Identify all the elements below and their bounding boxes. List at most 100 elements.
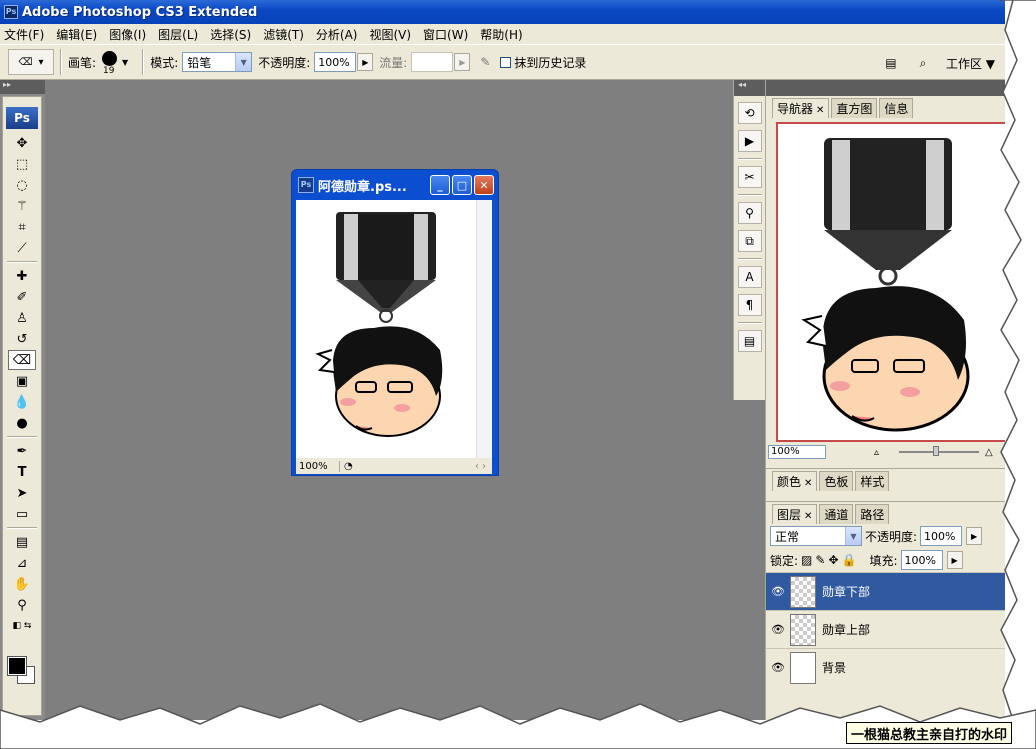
- minimize-button[interactable]: _: [430, 175, 450, 195]
- menu-help[interactable]: 帮助(H): [480, 26, 522, 43]
- flow-input[interactable]: [411, 52, 454, 72]
- document-window[interactable]: Ps 阿德勋章.ps... _ □ ✕ 100% ◔ ‹ ›: [291, 169, 499, 476]
- fill-slider-button[interactable]: ▶: [946, 551, 963, 569]
- status-menu-icon[interactable]: ◔: [344, 461, 353, 472]
- menu-window[interactable]: 窗口(W): [423, 26, 468, 43]
- clone-source-icon[interactable]: ⧉: [737, 230, 762, 252]
- menu-edit[interactable]: 编辑(E): [56, 26, 97, 43]
- tab-histogram[interactable]: 直方图: [831, 98, 878, 118]
- document-canvas[interactable]: [296, 200, 476, 458]
- brush-picker[interactable]: 19: [100, 49, 120, 76]
- tab-color[interactable]: 颜色 ✕: [772, 471, 818, 491]
- erase-history-checkbox[interactable]: [500, 56, 512, 68]
- vertical-scrollbar[interactable]: [476, 200, 492, 458]
- layer-row[interactable]: 👁 背景: [766, 648, 1005, 686]
- move-tool-icon[interactable]: ✥: [8, 133, 36, 153]
- brush-tool-icon[interactable]: ✐: [8, 287, 36, 307]
- visibility-eye-icon[interactable]: 👁: [766, 661, 790, 674]
- layer-comps-icon[interactable]: ▤: [737, 330, 762, 352]
- eyedropper-tool-icon[interactable]: ⊿: [8, 553, 36, 573]
- menu-select[interactable]: 选择(S): [210, 26, 251, 43]
- hand-tool-icon[interactable]: ✋: [8, 574, 36, 594]
- zoom-tool-icon[interactable]: ⚲: [8, 595, 36, 615]
- tab-styles[interactable]: 样式: [855, 471, 890, 491]
- healing-brush-tool-icon[interactable]: ✚: [8, 266, 36, 286]
- pen-tool-icon[interactable]: ✒: [8, 441, 36, 461]
- menu-file[interactable]: 文件(F): [4, 26, 44, 43]
- menu-analysis[interactable]: 分析(A): [316, 26, 358, 43]
- close-button[interactable]: ✕: [474, 175, 494, 195]
- marquee-tool-icon[interactable]: ⬚: [8, 154, 36, 174]
- tab-swatches[interactable]: 色板: [819, 471, 854, 491]
- layer-row[interactable]: 👁 勋章下部: [766, 572, 1005, 610]
- tool-preset-picker[interactable]: ⌫ ▾: [8, 49, 54, 75]
- opacity-slider-button[interactable]: ▶: [357, 53, 374, 71]
- actions-panel-icon[interactable]: ▶: [737, 130, 762, 152]
- zoom-level[interactable]: 100%: [296, 460, 340, 472]
- history-brush-tool-icon[interactable]: ↺: [8, 329, 36, 349]
- layer-opacity-input[interactable]: 100%: [920, 526, 963, 546]
- dodge-tool-icon[interactable]: ●: [8, 413, 36, 433]
- tab-layers[interactable]: 图层 ✕: [772, 504, 818, 524]
- lock-all-icon[interactable]: 🔒: [842, 553, 857, 567]
- menu-image[interactable]: 图像(I): [109, 26, 146, 43]
- navigator-zoom-input[interactable]: 100%: [768, 445, 826, 459]
- mode-select[interactable]: 铅笔 ▼: [182, 52, 253, 72]
- flow-slider-button[interactable]: ▶: [454, 53, 471, 71]
- crop-tool-icon[interactable]: ⌗: [8, 217, 36, 237]
- tab-channels[interactable]: 通道: [819, 504, 854, 524]
- blur-tool-icon[interactable]: 💧: [8, 392, 36, 412]
- menu-layer[interactable]: 图层(L): [158, 26, 198, 43]
- layer-opacity-slider-button[interactable]: ▶: [966, 527, 983, 545]
- path-selection-tool-icon[interactable]: ➤: [8, 483, 36, 503]
- bridge-icon[interactable]: ⌕: [914, 54, 932, 72]
- type-tool-icon[interactable]: T: [8, 462, 36, 482]
- lasso-tool-icon[interactable]: ◌: [8, 175, 36, 195]
- menu-filter[interactable]: 滤镜(T): [263, 26, 304, 43]
- foreground-color-swatch[interactable]: [7, 656, 27, 676]
- horizontal-scrollbar[interactable]: ‹ ›: [475, 461, 486, 472]
- eraser-tool-icon[interactable]: ⌫: [8, 350, 36, 370]
- opacity-input[interactable]: 100%: [314, 52, 357, 72]
- chevron-down-icon[interactable]: ▼: [122, 58, 128, 67]
- fill-label: 填充:: [869, 553, 898, 568]
- zoom-in-icon[interactable]: △: [985, 447, 993, 458]
- tab-info[interactable]: 信息: [879, 98, 914, 118]
- lock-pixels-icon[interactable]: ✎: [815, 553, 825, 567]
- palette-well-icon[interactable]: ▤: [882, 54, 900, 72]
- collapse-icon[interactable]: ▸▸: [0, 80, 45, 94]
- visibility-eye-icon[interactable]: 👁: [766, 585, 790, 598]
- paragraph-panel-icon[interactable]: ¶: [737, 294, 762, 316]
- airbrush-icon[interactable]: ✎: [476, 53, 494, 71]
- brushes-panel-icon[interactable]: ⚲: [737, 202, 762, 224]
- layer-row[interactable]: 👁 勋章上部: [766, 610, 1005, 648]
- collapse-icon[interactable]: ◂◂: [734, 80, 765, 96]
- photoshop-badge[interactable]: Ps: [6, 107, 38, 129]
- tab-navigator[interactable]: 导航器 ✕: [772, 98, 830, 118]
- slice-tool-icon[interactable]: ⟋: [8, 238, 36, 258]
- maximize-button[interactable]: □: [452, 175, 472, 195]
- workspace-menu[interactable]: 工作区 ▼: [946, 55, 995, 72]
- shape-tool-icon[interactable]: ▭: [8, 504, 36, 524]
- tab-paths[interactable]: 路径: [855, 504, 890, 524]
- lock-position-icon[interactable]: ✥: [828, 553, 838, 567]
- stamp-tool-icon[interactable]: ♙: [8, 308, 36, 328]
- lock-transparency-icon[interactable]: ▨: [801, 553, 812, 567]
- fill-input[interactable]: 100%: [900, 550, 943, 570]
- character-panel-icon[interactable]: A: [737, 266, 762, 288]
- visibility-eye-icon[interactable]: 👁: [766, 623, 790, 636]
- document-titlebar[interactable]: Ps 阿德勋章.ps... _ □ ✕: [292, 170, 498, 200]
- magic-wand-tool-icon[interactable]: ⚚: [8, 196, 36, 216]
- tool-presets-icon[interactable]: ✂: [737, 166, 762, 188]
- slider-handle[interactable]: [933, 446, 940, 456]
- swap-colors-icon[interactable]: ◧ ⇆: [8, 616, 36, 636]
- lock-row: 锁定: ▨ ✎ ✥ 🔒 填充: 100% ▶: [766, 548, 1005, 572]
- navigator-preview[interactable]: [776, 122, 1008, 442]
- gradient-tool-icon[interactable]: ▣: [8, 371, 36, 391]
- zoom-out-icon[interactable]: ▵: [874, 447, 879, 458]
- history-panel-icon[interactable]: ⟲: [737, 102, 762, 124]
- menu-view[interactable]: 视图(V): [369, 26, 411, 43]
- blend-mode-select[interactable]: 正常 ▼: [770, 526, 862, 546]
- notes-tool-icon[interactable]: ▤: [8, 532, 36, 552]
- navigator-zoom-slider[interactable]: [899, 446, 980, 456]
